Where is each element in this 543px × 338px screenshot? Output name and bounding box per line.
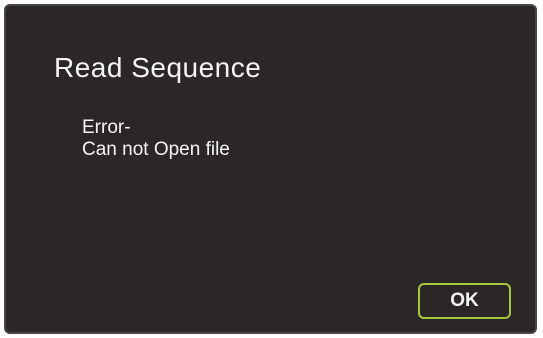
ok-button[interactable]: OK [418,283,511,319]
error-message: Error- Can not Open file [82,117,230,161]
dialog-title: Read Sequence [54,52,262,83]
error-dialog: Read Sequence Error- Can not Open file O… [4,4,537,334]
error-message-line-2: Can not Open file [82,139,230,160]
error-message-line-1: Error- [82,117,131,138]
